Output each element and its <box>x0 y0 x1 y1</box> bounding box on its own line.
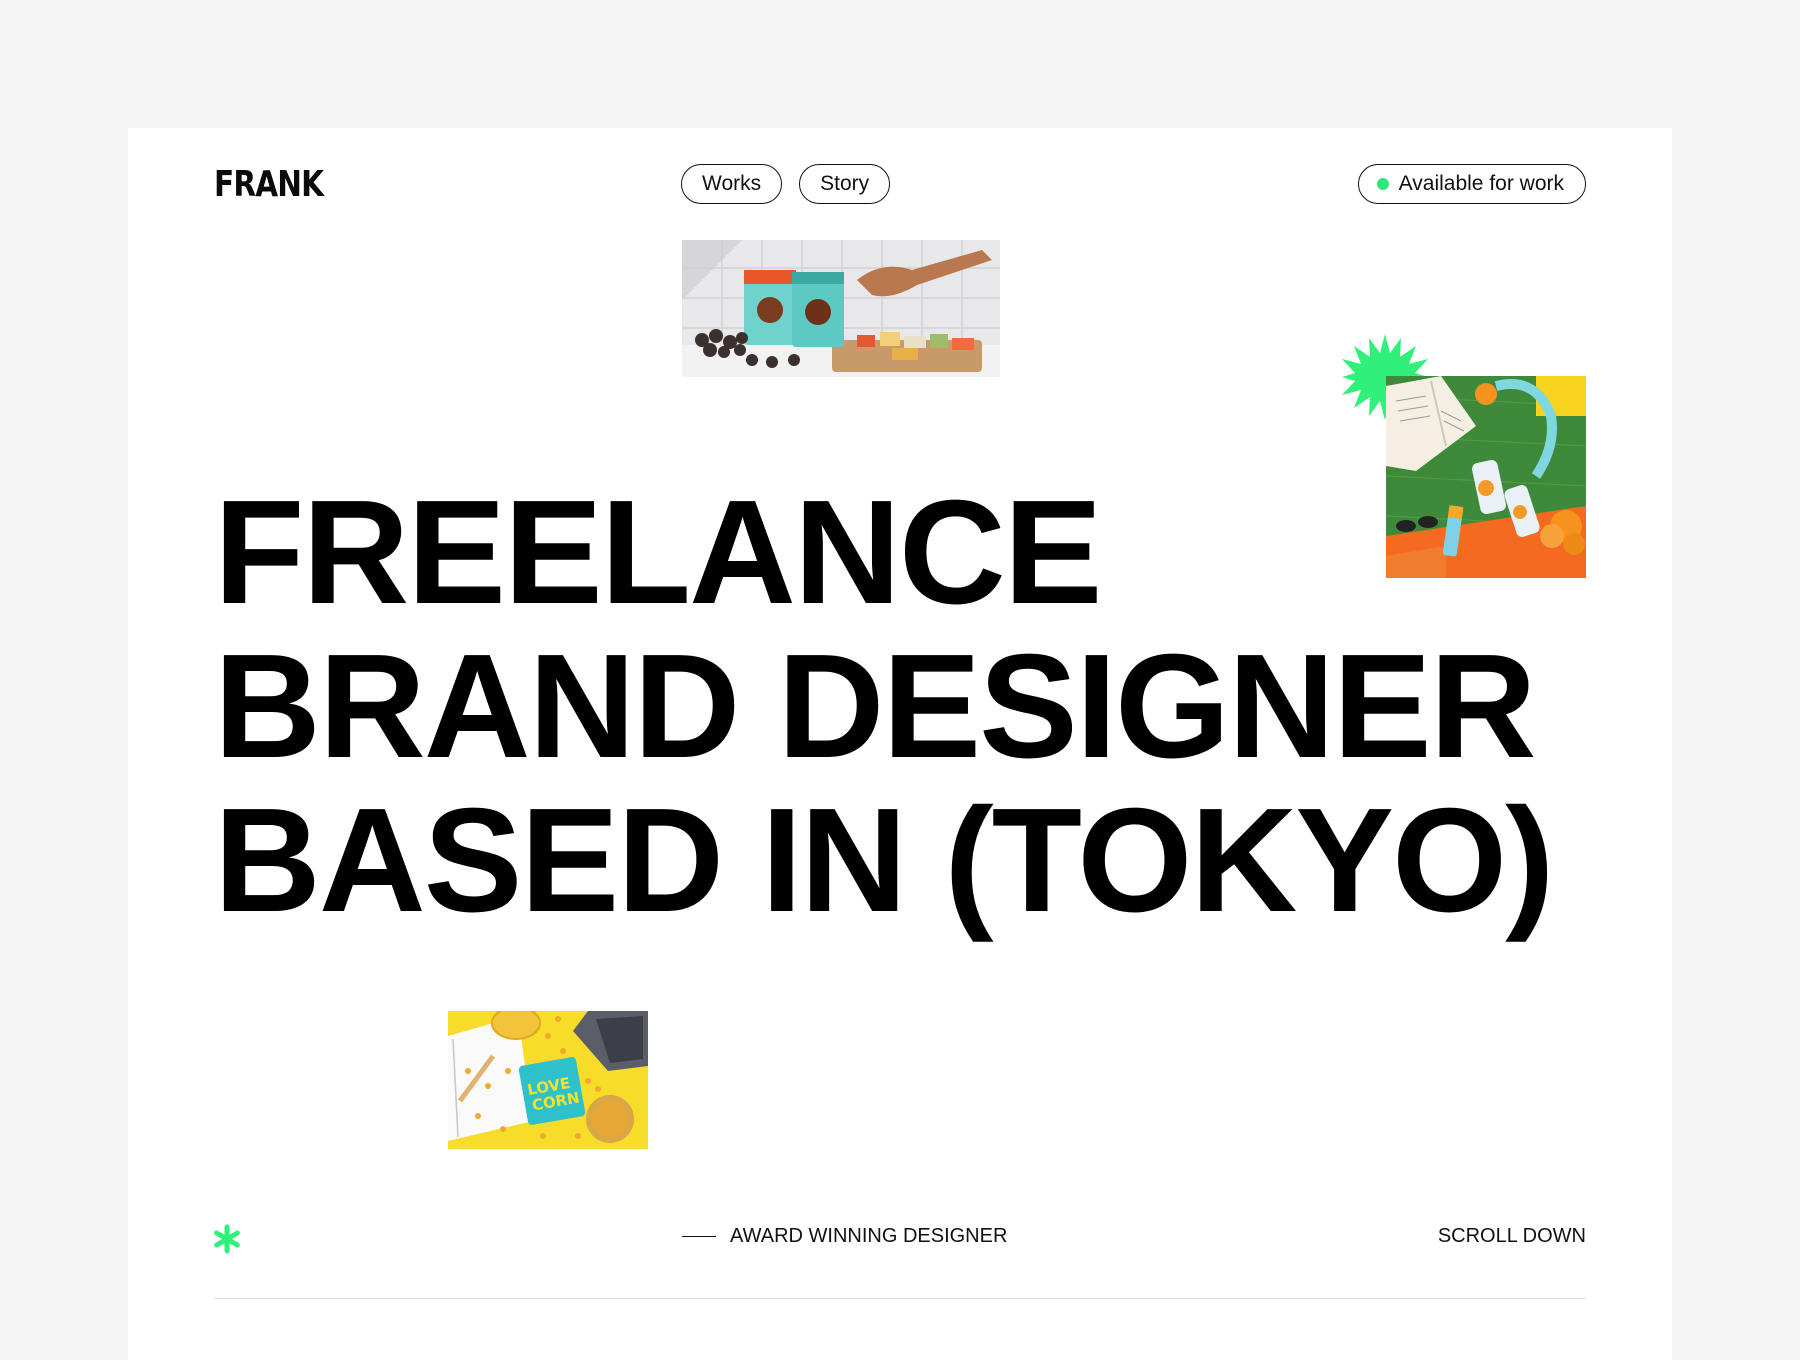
hero-headline: FREELANCE BRAND DESIGNER BASED IN (TOKYO… <box>214 470 1554 943</box>
hero-line-3: BASED IN (TOKYO) <box>214 778 1554 943</box>
status-dot-icon <box>1376 178 1389 190</box>
page-card: FRANK Works Story Available for work FRE… <box>128 128 1672 1360</box>
divider-dash <box>682 1235 716 1238</box>
logo[interactable]: FRANK <box>214 164 324 205</box>
bottom-divider <box>214 1298 1586 1299</box>
scroll-down-link[interactable]: SCROLL DOWN <box>1438 1225 1586 1248</box>
hero-line-1: FREELANCE <box>214 470 1102 635</box>
nav-works-button[interactable]: Works <box>681 164 783 204</box>
project-photo-corn[interactable]: LOVE CORN <box>448 1011 648 1149</box>
project-photo-snacks[interactable] <box>682 240 1000 377</box>
snacks-image <box>682 240 1000 377</box>
availability-label: Available for work <box>1398 172 1564 195</box>
asterisk-icon <box>214 1224 240 1254</box>
award-label: AWARD WINNING DESIGNER <box>730 1225 1008 1247</box>
nav-story-button[interactable]: Story <box>799 164 891 204</box>
availability-badge[interactable]: Available for work <box>1357 164 1586 204</box>
hero-line-2: BRAND DESIGNER <box>214 624 1537 789</box>
corn-image: LOVE CORN <box>448 1011 648 1149</box>
award-tagline: AWARD WINNING DESIGNER <box>682 1225 1007 1248</box>
main-nav: Works Story <box>681 164 891 204</box>
